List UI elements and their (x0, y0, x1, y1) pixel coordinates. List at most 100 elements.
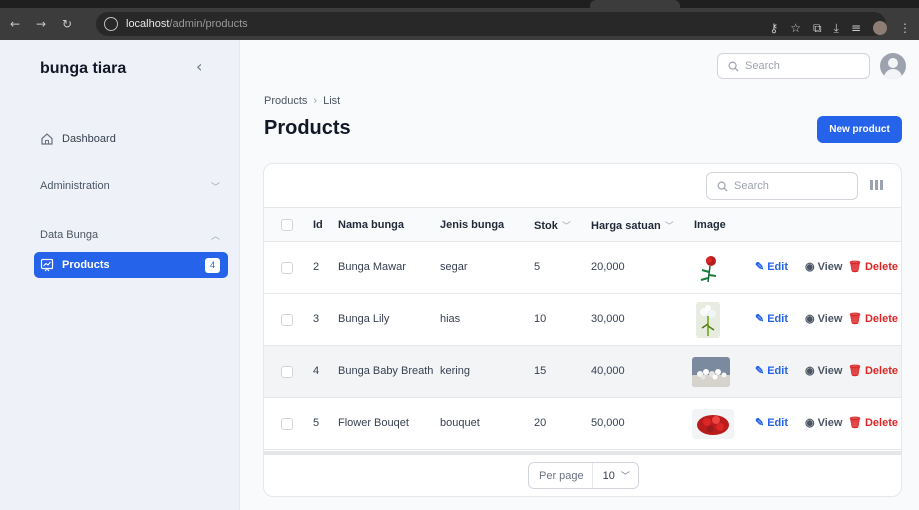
page-title: Products (264, 117, 351, 139)
cell-jenis: kering (440, 365, 470, 377)
sidebar-item-dashboard[interactable]: Dashboard (34, 126, 228, 152)
sort-chevron-icon: ﹀ (561, 221, 571, 231)
table-row: 2 Bunga Mawar segar 5 20,000 ✎ Edit ◉ View… (264, 242, 901, 294)
user-avatar[interactable] (880, 53, 906, 79)
pencil-square-icon: ✎ (755, 417, 765, 429)
bookmark-star-icon[interactable]: ☆ (790, 21, 801, 36)
trash-icon: 🗑 (848, 313, 862, 325)
cell-jenis: segar (440, 261, 468, 273)
sidebar-item-label: Dashboard (62, 133, 116, 145)
view-label: View (817, 312, 843, 325)
delete-label: Delete (864, 312, 898, 325)
address-bar[interactable]: localhost/admin/products (96, 12, 886, 36)
view-button[interactable]: ◉ View (805, 416, 843, 430)
table-search-input[interactable]: Search (706, 172, 858, 200)
cell-id: 2 (313, 261, 320, 273)
back-arrow-icon[interactable]: ← (4, 13, 26, 35)
trash-icon: 🗑 (848, 417, 862, 429)
select-all-checkbox[interactable] (281, 219, 293, 231)
breadcrumb-products-link[interactable]: Products (264, 95, 307, 107)
global-search-input[interactable]: Search (717, 53, 870, 79)
view-button[interactable]: ◉ View (805, 312, 843, 326)
brand-name: bunga tiara (40, 60, 127, 77)
breadcrumb: Products › List (264, 95, 340, 107)
password-key-icon[interactable]: ⚷ (769, 21, 778, 36)
row-checkbox[interactable] (281, 262, 293, 274)
breadcrumb-current: List (323, 95, 341, 107)
url-host: localhost (126, 18, 170, 30)
new-product-button[interactable]: New product (817, 116, 902, 143)
row-checkbox[interactable] (281, 314, 293, 326)
download-icon[interactable]: ⤓ (834, 21, 839, 36)
edit-label: Edit (767, 312, 788, 325)
cell-stok: 5 (534, 261, 541, 273)
profile-avatar-icon[interactable] (873, 21, 887, 35)
site-info-icon[interactable] (104, 17, 118, 31)
cell-nama: Bunga Baby Breath (338, 365, 434, 377)
row-checkbox[interactable] (281, 366, 293, 378)
delete-button[interactable]: 🗑 Delete (848, 416, 898, 430)
trash-icon: 🗑 (848, 261, 862, 273)
browser-extension-icons: ⚷ ☆ ⧉ ⤓ ≡ ⋮ (769, 21, 911, 36)
tab-strip (0, 0, 919, 8)
table-footer-divider (264, 451, 901, 455)
edit-button[interactable]: ✎ Edit (755, 260, 788, 274)
edit-label: Edit (767, 416, 788, 429)
browser-toolbar: ← → ↻ localhost/admin/products ⚷ ☆ ⧉ ⤓ ≡… (0, 8, 919, 40)
sidebar-item-products[interactable]: Products 4 (34, 252, 228, 278)
avatar-body (884, 69, 902, 79)
extensions-icon[interactable]: ⧉ (813, 21, 822, 36)
per-page-label: Per page (529, 463, 593, 488)
column-header-image: Image (694, 219, 726, 231)
sidebar-item-label: Products (62, 259, 110, 271)
sidebar-group-administration[interactable]: Administration ﹀ (40, 180, 220, 193)
view-label: View (817, 416, 843, 429)
column-toggle-icon[interactable] (870, 180, 883, 190)
edit-button[interactable]: ✎ Edit (755, 416, 788, 430)
pencil-square-icon: ✎ (755, 365, 765, 377)
forward-arrow-icon[interactable]: → (30, 13, 52, 35)
column-header-harga-satuan[interactable]: Harga satuan ﹀ (591, 219, 674, 232)
column-header-jenis-bunga: Jenis bunga (440, 219, 505, 231)
eye-icon: ◉ (805, 417, 815, 429)
chevron-down-icon: ﹀ (620, 471, 630, 481)
column-header-stok-label: Stok (534, 220, 558, 232)
browser-chrome: ← → ↻ localhost/admin/products ⚷ ☆ ⧉ ⤓ ≡… (0, 0, 919, 40)
sidebar-group-label: Administration (40, 180, 110, 192)
cell-stok: 20 (534, 417, 547, 429)
edit-label: Edit (767, 364, 788, 377)
edit-button[interactable]: ✎ Edit (755, 364, 788, 378)
sidebar-group-data-bunga[interactable]: Data Bunga ︿ (40, 229, 220, 242)
media-icon[interactable]: ≡ (851, 21, 861, 36)
collapse-sidebar-chevron-icon[interactable]: ‹ (196, 57, 202, 76)
column-header-harga-label: Harga satuan (591, 220, 661, 232)
sidebar-group-label: Data Bunga (40, 229, 99, 241)
reload-icon[interactable]: ↻ (56, 13, 78, 35)
view-button[interactable]: ◉ View (805, 260, 842, 274)
edit-label: Edit (767, 260, 788, 273)
cell-nama: Bunga Mawar (338, 261, 406, 273)
row-checkbox[interactable] (281, 418, 293, 430)
view-button[interactable]: ◉ View (805, 364, 842, 378)
cell-harga: 30,000 (591, 313, 625, 325)
delete-button[interactable]: 🗑 Delete (848, 312, 898, 326)
sort-chevron-icon: ﹀ (664, 221, 674, 231)
cell-harga: 50,000 (591, 417, 625, 429)
column-header-nama-bunga: Nama bunga (338, 219, 405, 231)
browser-tab[interactable] (590, 0, 680, 8)
edit-button[interactable]: ✎ Edit (755, 312, 788, 326)
column-header-stok[interactable]: Stok ﹀ (534, 219, 571, 232)
per-page-select[interactable]: Per page 10 ﹀ (528, 462, 639, 489)
per-page-value: 10 (602, 469, 615, 482)
menu-kebab-icon[interactable]: ⋮ (899, 21, 911, 36)
cell-stok: 10 (534, 313, 547, 325)
cell-id: 4 (313, 365, 320, 377)
cell-harga: 20,000 (591, 261, 625, 273)
delete-button[interactable]: 🗑 Delete (848, 260, 898, 274)
table-row: 5 Flower Bouqet bouquet 20 50,000 ✎ Edit … (264, 398, 901, 450)
cell-jenis: bouquet (440, 417, 480, 429)
search-icon (728, 61, 739, 72)
products-table-card: Search Id Nama bunga Jenis bunga Stok ﹀ H… (263, 163, 902, 497)
delete-button[interactable]: 🗑 Delete (848, 364, 898, 378)
eye-icon: ◉ (805, 365, 815, 377)
